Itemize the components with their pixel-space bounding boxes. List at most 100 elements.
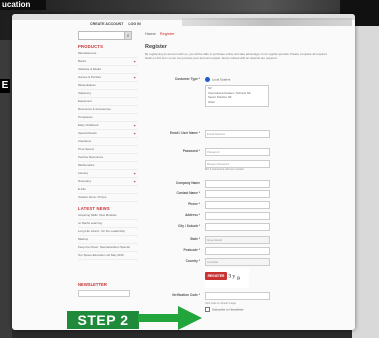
expand-icon[interactable]: + <box>134 74 136 81</box>
company-field[interactable] <box>205 180 270 188</box>
breadcrumb-home[interactable]: Home <box>145 31 156 36</box>
expand-icon[interactable]: + <box>134 130 136 137</box>
city-row: City / Suburb * <box>145 223 335 231</box>
sidebar-item[interactable]: Numeracy + <box>78 178 138 186</box>
header-image <box>182 18 352 26</box>
phone-field[interactable] <box>205 201 270 209</box>
sidebar-item[interactable]: E-Kits <box>78 186 138 194</box>
contact-row: Contact Name * <box>145 190 335 198</box>
address-row: Address * <box>145 212 335 220</box>
postcode-row: Postcode * <box>145 247 335 255</box>
postcode-field[interactable] <box>205 247 270 255</box>
news-list: Acquiring Skills: New Modules on Maths Le… <box>78 212 138 260</box>
customer-type-option: Local Student <box>212 77 231 82</box>
sidebar-item[interactable]: Equipment <box>78 98 138 106</box>
listbox-option[interactable]: Other <box>206 100 268 105</box>
sidebar-item-label: Equipment <box>78 99 92 103</box>
search-input[interactable] <box>78 31 126 40</box>
verification-row: Verification Code * <box>145 292 335 300</box>
news-item[interactable]: on Maths Learning <box>78 220 138 228</box>
product-list: Miscellaneous Books + Software & Media Games… <box>78 50 138 202</box>
newsletter-input[interactable] <box>78 290 130 297</box>
sidebar-item[interactable]: Manipulatives <box>78 82 138 90</box>
background-right <box>352 0 379 338</box>
sidebar-item[interactable]: Software & Media <box>78 66 138 74</box>
address-label: Address * <box>185 213 200 217</box>
confirm-password-field[interactable]: Retype Password <box>205 160 270 168</box>
sidebar-item-label: Stationery <box>78 91 92 95</box>
sidebar-item[interactable]: Miscellaneous <box>78 50 138 58</box>
sidebar-item[interactable]: Stationery <box>78 90 138 98</box>
sidebar-item[interactable]: Books + <box>78 58 138 66</box>
sidebar-item[interactable]: Literacy + <box>78 170 138 178</box>
email-row: Email / User Name * Email Address <box>145 130 335 138</box>
state-select[interactable]: Queensland <box>205 236 270 244</box>
address-field[interactable] <box>205 212 270 220</box>
sidebar-item-label: E-Kits <box>78 187 86 191</box>
email-label: Email / User Name * <box>170 131 200 135</box>
company-row: Company Name <box>145 180 335 188</box>
create-account-link[interactable]: CREATE ACCOUNT <box>90 22 123 26</box>
country-select[interactable]: Australia <box>205 258 270 266</box>
sidebar-item[interactable]: Special Needs + <box>78 130 138 138</box>
news-item[interactable]: Keep the Cheer: New Education Special <box>78 244 138 252</box>
sidebar-item-label: Software & Media <box>78 67 101 71</box>
sidebar-item-label: Special Needs <box>78 131 97 135</box>
contact-field[interactable] <box>205 190 270 198</box>
customer-type-listbox[interactable]: NZ International Student / Schools NZ Se… <box>205 85 269 107</box>
sidebar-item[interactable]: Teacher Resources <box>78 154 138 162</box>
sidebar-item-label: Student Items / Prizes <box>78 195 107 199</box>
step-label: STEP 2 <box>67 311 139 329</box>
sidebar: PRODUCTS Miscellaneous Books + Software & M… <box>78 42 138 260</box>
sidebar-item-label: Resources & Accessories <box>78 107 111 111</box>
sidebar-item-label: Clearance <box>78 139 92 143</box>
form-intro: By registering an account with us, you w… <box>145 52 327 60</box>
customer-type-label: Customer Type * <box>174 77 200 81</box>
expand-icon[interactable]: + <box>134 122 136 129</box>
sidebar-item-label: Literacy <box>78 171 89 175</box>
sidebar-item-label: Early Childhood <box>78 123 99 127</box>
sidebar-item[interactable]: Resources & Accessories <box>78 106 138 114</box>
news-item[interactable]: Mashup <box>78 236 138 244</box>
customer-type-radio[interactable]: Local Student <box>205 77 230 82</box>
email-field[interactable]: Email Address <box>205 130 270 138</box>
sidebar-item[interactable]: Games & Puzzles + <box>78 74 138 82</box>
news-item[interactable]: Long Life Lizard - On the Leadership <box>78 228 138 236</box>
search-icon[interactable]: ⌕ <box>124 31 132 40</box>
sidebar-item[interactable]: Timepieces <box>78 114 138 122</box>
expand-icon[interactable]: + <box>134 58 136 65</box>
news-item[interactable]: Our Space Education 1st May 2019 <box>78 252 138 260</box>
city-field[interactable] <box>205 223 270 231</box>
verification-field[interactable] <box>205 292 270 300</box>
sidebar-item-label: Games & Puzzles <box>78 75 101 79</box>
news-item[interactable]: Acquiring Skills: New Modules <box>78 212 138 220</box>
radio-icon <box>205 77 210 82</box>
newsletter-checkbox[interactable]: Subscribe to Newsletter <box>205 307 244 312</box>
sidebar-item-label: Teacher Resources <box>78 155 103 159</box>
login-link[interactable]: LOG IN <box>128 22 140 26</box>
breadcrumb: Home Register <box>145 31 175 36</box>
register-button[interactable]: REGISTER <box>205 272 227 280</box>
password-hint: Min 6 characters with one number <box>205 168 245 171</box>
confirm-password-row: Retype Password <box>145 160 335 168</box>
password-field[interactable]: Password <box>205 148 270 156</box>
phone-row: Phone * <box>145 201 335 209</box>
phone-label: Phone * <box>188 202 200 206</box>
sidebar-item[interactable]: Mathematics <box>78 162 138 170</box>
sidebar-item[interactable]: Clearance <box>78 138 138 146</box>
latest-news-heading: LATEST NEWS <box>78 206 110 211</box>
sidebar-item-label: Numeracy <box>78 179 92 183</box>
side-overlay-letter: E <box>0 79 10 93</box>
verification-label: Verification Code * <box>171 293 200 297</box>
expand-icon[interactable]: + <box>134 170 136 177</box>
sidebar-item-label: Manipulatives <box>78 83 96 87</box>
sidebar-item[interactable]: Student Items / Prizes <box>78 194 138 202</box>
state-label: State * <box>190 237 200 241</box>
browser-page: CREATE ACCOUNT LOG IN ⌕ PRODUCTS Miscell… <box>12 14 355 330</box>
city-label: City / Suburb * <box>178 224 200 228</box>
expand-icon[interactable]: + <box>134 178 136 185</box>
sidebar-item[interactable]: Early Childhood + <box>78 122 138 130</box>
sidebar-item-label: Books <box>78 59 87 63</box>
register-form: Register By registering an account with … <box>145 44 335 312</box>
sidebar-item[interactable]: Time Savers <box>78 146 138 154</box>
